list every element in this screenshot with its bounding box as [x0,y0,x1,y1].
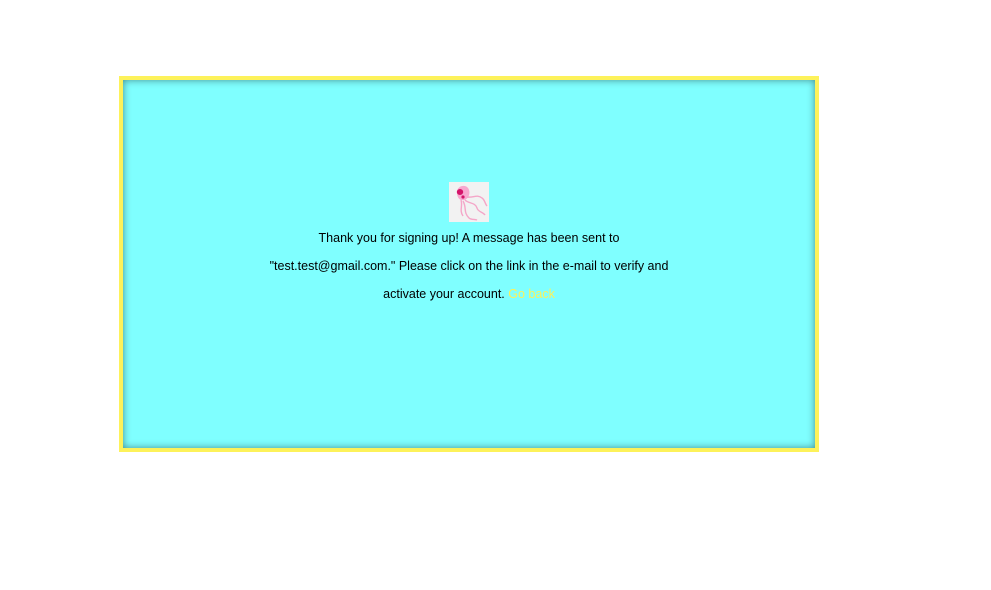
go-back-link[interactable]: Go back [508,287,555,301]
confirmation-content: Thank you for signing up! A message has … [123,182,815,308]
confirmation-text: Thank you for signing up! A message has … [269,231,669,301]
jellyfish-icon [449,182,489,222]
confirmation-message: Thank you for signing up! A message has … [269,224,669,308]
signup-confirmation-panel: Thank you for signing up! A message has … [119,76,819,452]
